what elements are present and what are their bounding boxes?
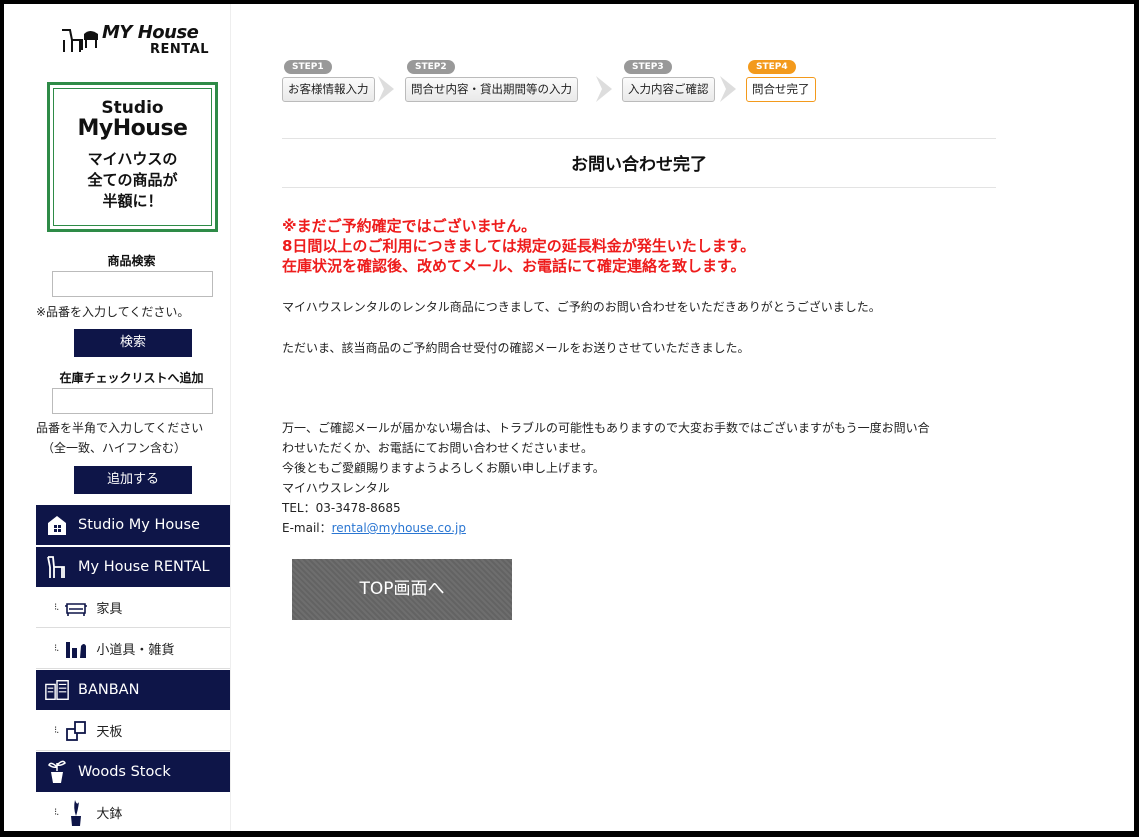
chair-icon: [44, 554, 70, 580]
menu-tabletop[interactable]: ⁝. 天板: [36, 711, 230, 751]
menu-woods-label: Woods Stock: [78, 764, 171, 780]
step-arrow-icon: [720, 76, 736, 102]
confirm-mail-text: ただいま、該当商品のご予約問合せ受付の確認メールをお送りさせていただきました。: [282, 341, 750, 355]
banban-logo-icon: [44, 677, 70, 703]
house-icon: [44, 512, 70, 538]
step-3-tag: STEP3: [624, 60, 672, 74]
banner-copy: マイハウスの 全ての商品が 半額に！: [54, 149, 211, 212]
banner-copy-line3: 半額に！: [102, 192, 163, 210]
warning-line-2: 8日間以上のご利用につきましては規定の延長料金が発生いたします。: [282, 237, 756, 255]
menu-props-label: 小道具・雑貨: [96, 643, 175, 658]
large-pot-icon: [64, 799, 88, 826]
menu-my-house-rental[interactable]: My House RENTAL: [36, 547, 230, 587]
banner-myhouse: MyHouse: [77, 116, 188, 141]
menu-tabletop-label: 天板: [96, 725, 123, 740]
step-4-tag: STEP4: [748, 60, 796, 74]
step-4: STEP4 問合せ完了: [746, 54, 816, 102]
title-divider-top: [282, 138, 996, 139]
page-title: お問い合わせ完了: [571, 155, 707, 175]
stock-check-note-1: 品番を半角で入力してください: [36, 421, 204, 435]
menu-pot-label: 大鉢: [96, 807, 123, 822]
chair-logo-icon: [62, 29, 98, 52]
tabletop-icon: [64, 720, 88, 742]
step-arrow-icon: [596, 76, 612, 102]
fallback-line-1: 万一、ご確認メールが届かない場合は、トラブルの可能性もありますので大変お手数では…: [282, 421, 930, 435]
reservation-warning: ※まだご予約確定ではございません。 8日間以上のご利用につきましては規定の延長料…: [282, 216, 755, 276]
company-name: マイハウスレンタル: [282, 481, 390, 495]
add-to-stock-button[interactable]: 追加する: [74, 466, 192, 494]
tree-dots-icon: ⁝.: [54, 643, 59, 654]
sofa-icon: [64, 597, 88, 619]
search-button[interactable]: 検索: [74, 329, 192, 357]
menu-props[interactable]: ⁝. 小道具・雑貨: [36, 629, 230, 669]
menu-furniture[interactable]: ⁝. 家具: [36, 588, 230, 628]
email-label: E-mail：: [282, 521, 332, 535]
step-3: STEP3 入力内容ご確認: [622, 54, 715, 102]
stock-check-title: 在庫チェックリストへ追加: [59, 371, 204, 385]
menu-pot[interactable]: ⁝. 大鉢: [36, 793, 230, 831]
studio-myhouse-banner[interactable]: Studio MyHouse マイハウスの 全ての商品が 半額に！: [47, 82, 218, 232]
sidebar: MY House RENTAL Studio MyHouse マイハウスの 全て…: [32, 4, 231, 831]
menu-studio-label: Studio My House: [78, 517, 200, 533]
step-2: STEP2 問合せ内容・貸出期間等の入力: [405, 54, 578, 102]
menu-furniture-label: 家具: [96, 602, 123, 617]
site-logo[interactable]: MY House RENTAL: [60, 22, 210, 66]
step-progress: STEP1 お客様情報入力 STEP2 問合せ内容・貸出期間等の入力 STEP3…: [280, 54, 820, 110]
banner-copy-line2: 全ての商品が: [87, 171, 178, 189]
step-2-label: 問合せ内容・貸出期間等の入力: [405, 77, 578, 102]
contact-block: 万一、ご確認メールが届かない場合は、トラブルの可能性もありますので大変お手数では…: [282, 418, 994, 538]
warning-line-3: 在庫状況を確認後、改めてメール、お電話にて確定連絡を致します。: [282, 257, 746, 275]
stock-check-note-2: （全一致、ハイフン含む）: [42, 441, 187, 455]
banner-copy-line1: マイハウスの: [87, 150, 178, 168]
tree-dots-icon: ⁝.: [54, 807, 59, 818]
product-search-title: 商品検索: [107, 254, 156, 268]
tree-dots-icon: ⁝.: [54, 602, 59, 613]
logo-text-main: MY House: [102, 22, 199, 43]
thanks-text: マイハウスレンタルのレンタル商品につきまして、ご予約のお問い合わせをいただきあり…: [282, 300, 881, 314]
page-frame: MY House RENTAL Studio MyHouse マイハウスの 全て…: [0, 0, 1139, 837]
menu-studio-my-house[interactable]: Studio My House: [36, 505, 230, 545]
product-search-note: ※品番を入力してください。: [36, 305, 190, 319]
warning-line-1: ※まだご予約確定ではございません。: [282, 217, 537, 235]
plant-pot-icon: [44, 759, 70, 785]
menu-banban-label: BANBAN: [78, 682, 140, 698]
fallback-line-2: わせいただくか、お電話にてお問い合わせくださいませ。: [282, 441, 594, 455]
top-page-button[interactable]: TOP画面へ: [292, 559, 512, 620]
step-1: STEP1 お客様情報入力: [282, 54, 375, 102]
email-row: E-mail：rental@myhouse.co.jp: [282, 518, 994, 538]
props-icon: [64, 638, 88, 660]
title-divider-bottom: [282, 187, 996, 188]
product-search-input[interactable]: [52, 271, 213, 297]
menu-banban[interactable]: BANBAN: [36, 670, 230, 710]
step-1-label: お客様情報入力: [282, 77, 375, 102]
tree-dots-icon: ⁝.: [54, 725, 59, 736]
stock-check-input[interactable]: [52, 388, 213, 414]
step-1-tag: STEP1: [284, 60, 332, 74]
step-4-label: 問合せ完了: [746, 77, 816, 102]
email-link[interactable]: rental@myhouse.co.jp: [332, 521, 466, 535]
menu-rental-label: My House RENTAL: [78, 559, 210, 575]
banner-studio: Studio: [101, 98, 164, 118]
menu-woods-stock[interactable]: Woods Stock: [36, 752, 230, 792]
step-3-label: 入力内容ご確認: [622, 77, 715, 102]
logo-text-sub: RENTAL: [150, 42, 209, 57]
tel-text: TEL：03-3478-8685: [282, 501, 401, 515]
step-arrow-icon: [378, 76, 394, 102]
step-2-tag: STEP2: [407, 60, 455, 74]
closing-text: 今後ともご愛顧賜りますようよろしくお願い申し上げます。: [282, 461, 605, 475]
